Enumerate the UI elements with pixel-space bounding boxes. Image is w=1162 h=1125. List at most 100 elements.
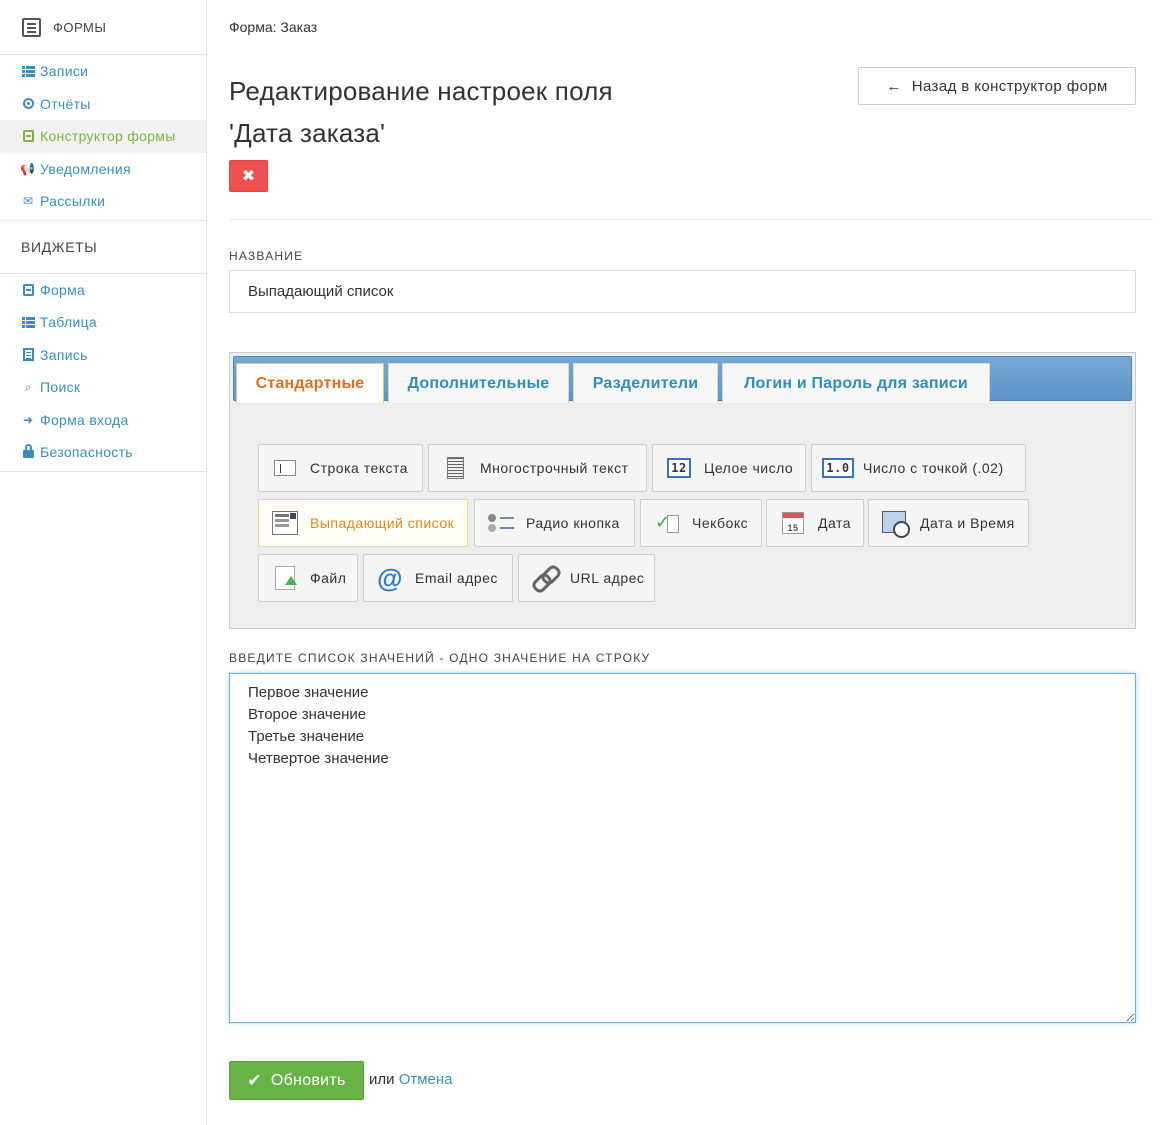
field-type-checkbox[interactable]: Чекбокс bbox=[640, 499, 762, 547]
field-type-label: Выпадающий список bbox=[310, 515, 455, 531]
text-line-icon bbox=[271, 454, 299, 482]
sidebar-item-widget-security[interactable]: Безопасность bbox=[0, 436, 206, 469]
document-icon bbox=[21, 348, 35, 362]
sidebar-item-reports[interactable]: Отчёты bbox=[0, 88, 206, 121]
datetime-icon bbox=[881, 509, 910, 538]
at-icon: @ bbox=[377, 563, 403, 593]
field-type-label: Файл bbox=[310, 570, 347, 586]
field-type-label: Дата и Время bbox=[920, 515, 1015, 531]
decimal-icon: 1.0 bbox=[822, 454, 854, 482]
sidebar: ФОРМЫ Записи Отчёты Конструктор формы 📢 … bbox=[0, 0, 207, 1125]
list-icon bbox=[21, 64, 35, 78]
sidebar-item-form-builder[interactable]: Конструктор формы bbox=[0, 120, 206, 153]
field-type-label: Многострочный текст bbox=[480, 460, 629, 476]
field-type-integer[interactable]: 12 Целое число bbox=[652, 444, 806, 492]
calendar-icon: 15 bbox=[779, 509, 807, 537]
sidebar-item-label: Безопасность bbox=[40, 444, 133, 461]
sidebar-item-label: Конструктор формы bbox=[40, 128, 176, 145]
form-icon bbox=[21, 283, 35, 297]
sidebar-item-label: Отчёты bbox=[40, 95, 91, 112]
sidebar-item-widget-form[interactable]: Форма bbox=[0, 274, 206, 307]
field-type-label: Строка текста bbox=[310, 460, 409, 476]
sidebar-item-label: Запись bbox=[40, 346, 88, 363]
sign-in-icon: ➜ bbox=[22, 412, 34, 427]
sidebar-item-widget-search[interactable]: ⌕ Поиск bbox=[0, 371, 206, 404]
values-textarea[interactable] bbox=[229, 673, 1136, 1023]
sidebar-item-widget-login[interactable]: ➜ Форма входа bbox=[0, 404, 206, 437]
file-upload-icon bbox=[271, 564, 299, 592]
name-label: НАЗВАНИЕ bbox=[229, 249, 304, 263]
field-name-input[interactable] bbox=[229, 270, 1136, 313]
radio-icon bbox=[487, 509, 515, 537]
field-type-date[interactable]: 15 Дата bbox=[766, 499, 864, 547]
sidebar-item-label: Форма входа bbox=[40, 411, 129, 428]
field-type-text-line[interactable]: Строка текста bbox=[258, 444, 423, 492]
sidebar-item-widget-record[interactable]: Запись bbox=[0, 339, 206, 372]
sidebar-item-notifications[interactable]: 📢 Уведомления bbox=[0, 153, 206, 186]
field-type-multiline[interactable]: Многострочный текст bbox=[428, 444, 647, 492]
field-type-radio[interactable]: Радио кнопка bbox=[474, 499, 635, 547]
cancel-link[interactable]: Отмена bbox=[399, 1071, 453, 1088]
or-text: или bbox=[369, 1071, 395, 1088]
sidebar-item-label: Уведомления bbox=[40, 160, 131, 177]
field-type-label: Дата bbox=[818, 515, 852, 531]
sidebar-item-records[interactable]: Записи bbox=[0, 55, 206, 88]
tab-additional[interactable]: Дополнительные bbox=[388, 363, 569, 403]
form-actions-text: или Отмена bbox=[369, 1071, 453, 1088]
sidebar-header: ФОРМЫ bbox=[0, 0, 206, 55]
widgets-menu: Форма Таблица Запись ⌕ Поиск ➜ Форма вхо… bbox=[0, 274, 206, 472]
field-type-label: URL адрес bbox=[570, 570, 645, 586]
divider bbox=[229, 219, 1153, 220]
field-type-label: Чекбокс bbox=[692, 515, 749, 531]
field-type-panel: Стандартные Дополнительные Разделители Л… bbox=[229, 352, 1136, 629]
delete-field-button[interactable]: ✖ bbox=[229, 160, 268, 192]
field-type-tabs: Стандартные Дополнительные Разделители Л… bbox=[233, 356, 1132, 403]
field-type-dropdown[interactable]: Выпадающий список bbox=[258, 499, 468, 547]
sidebar-item-widget-table[interactable]: Таблица bbox=[0, 306, 206, 339]
update-button-label: Обновить bbox=[270, 1071, 346, 1089]
circle-dot-icon bbox=[21, 97, 35, 111]
check-icon: ✔ bbox=[247, 1070, 262, 1090]
field-type-file[interactable]: Файл bbox=[258, 554, 358, 602]
field-type-email[interactable]: @ Email адрес bbox=[363, 554, 513, 602]
form-icon bbox=[21, 129, 35, 143]
field-type-url[interactable]: URL адрес bbox=[518, 554, 655, 602]
update-button[interactable]: ✔ Обновить bbox=[229, 1061, 364, 1100]
page-title-line1: Редактирование настроек поля bbox=[229, 76, 613, 106]
breadcrumb: Форма: Заказ bbox=[229, 19, 318, 35]
back-button-label: Назад в конструктор форм bbox=[911, 77, 1108, 95]
link-icon bbox=[531, 564, 559, 592]
field-type-decimal[interactable]: 1.0 Число с точкой (.02) bbox=[811, 444, 1026, 492]
page-title-field-name: 'Дата заказа' bbox=[229, 118, 386, 148]
forms-menu: Записи Отчёты Конструктор формы 📢 Уведом… bbox=[0, 55, 206, 221]
integer-icon: 12 bbox=[665, 454, 693, 482]
tab-standard[interactable]: Стандартные bbox=[236, 363, 384, 403]
page-title: Редактирование настроек поля 'Дата заказ… bbox=[229, 70, 789, 154]
megaphone-icon: 📢 bbox=[20, 161, 36, 176]
tab-separators[interactable]: Разделители bbox=[573, 363, 718, 403]
sidebar-item-label: Поиск bbox=[40, 379, 81, 396]
lock-icon bbox=[21, 444, 35, 459]
envelope-icon: ✉ bbox=[22, 194, 34, 209]
sidebar-item-label: Рассылки bbox=[40, 193, 106, 210]
sidebar-header-label: ФОРМЫ bbox=[53, 19, 107, 35]
search-icon: ⌕ bbox=[24, 379, 32, 394]
forms-list-icon bbox=[22, 17, 41, 37]
tab-login-password[interactable]: Логин и Пароль для записи bbox=[722, 363, 990, 403]
back-to-form-builder-button[interactable]: ← Назад в конструктор форм bbox=[858, 67, 1136, 105]
arrow-left-icon: ← bbox=[886, 77, 902, 95]
sidebar-item-label: Форма bbox=[40, 281, 86, 298]
sidebar-item-label: Таблица bbox=[40, 314, 97, 331]
field-type-datetime[interactable]: Дата и Время bbox=[868, 499, 1029, 547]
multiline-text-icon bbox=[441, 454, 469, 482]
list-icon bbox=[21, 315, 35, 329]
close-icon: ✖ bbox=[241, 168, 256, 185]
field-type-label: Целое число bbox=[704, 460, 794, 476]
field-type-label: Радио кнопка bbox=[526, 515, 620, 531]
field-type-label: Email адрес bbox=[415, 570, 498, 586]
dropdown-icon bbox=[271, 509, 299, 537]
sidebar-item-mailings[interactable]: ✉ Рассылки bbox=[0, 185, 206, 218]
checkbox-icon bbox=[653, 509, 681, 537]
widgets-section-title: ВИДЖЕТЫ bbox=[0, 221, 206, 274]
sidebar-item-label: Записи bbox=[40, 63, 89, 80]
